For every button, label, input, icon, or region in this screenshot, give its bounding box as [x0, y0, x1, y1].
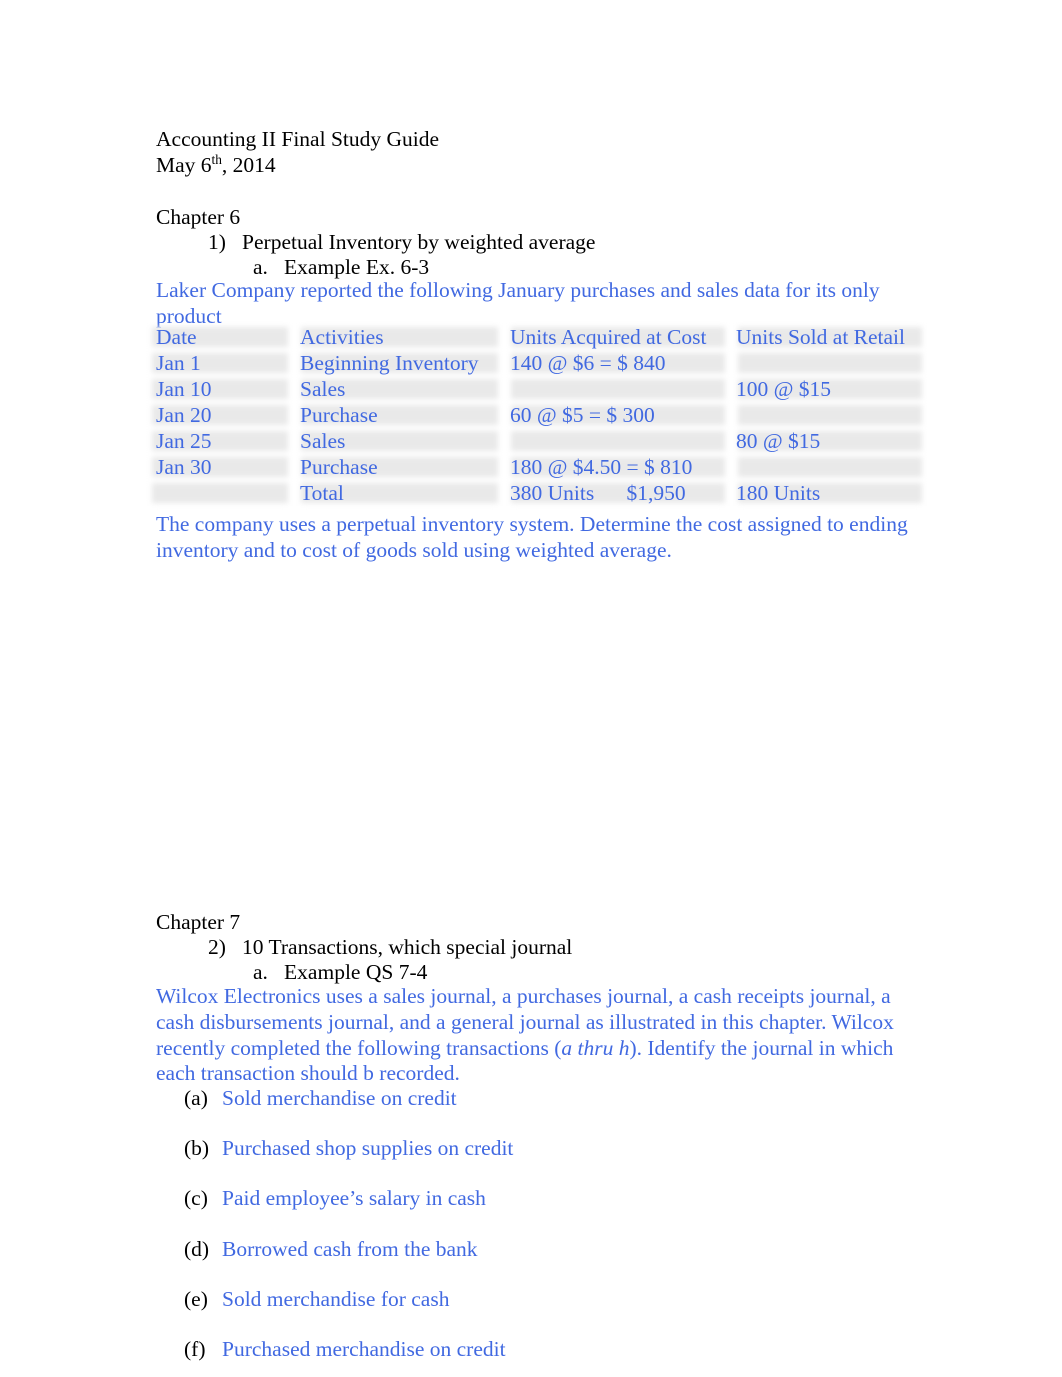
cell-units-sold: 80 @ $15: [736, 429, 821, 453]
chapter-6-heading: Chapter 6: [156, 205, 241, 229]
table-row: Jan 1 Beginning Inventory 140 @ $6 = $ 8…: [140, 351, 935, 377]
chapter-6-list-item-1a: a. Example Ex. 6-3: [253, 255, 430, 279]
table-row: Jan 25 Sales 80 @ $15: [140, 429, 935, 455]
document-page: Accounting II Final Study Guide May 6th,…: [0, 0, 1062, 1377]
list-marker: (a): [184, 1086, 208, 1110]
cell-units-acquired: 140 @ $6 = $ 840: [510, 351, 666, 375]
inventory-table: Date Activities Units Acquired at Cost U…: [140, 325, 935, 508]
chapter-7-list-item-2: 2) 10 Transactions, which special journa…: [208, 935, 573, 959]
table-header-row: Date Activities Units Acquired at Cost U…: [140, 325, 935, 351]
transaction-item-e: (e) Sold merchandise for cash: [184, 1286, 449, 1312]
transaction-text: Paid employee’s salary in cash: [222, 1186, 486, 1210]
column-header-date: Date: [156, 325, 197, 349]
list-marker: (e): [184, 1287, 208, 1311]
transaction-item-a: (a) Sold merchandise on credit: [184, 1085, 457, 1111]
table-row: Jan 20 Purchase 60 @ $5 = $ 300: [140, 403, 935, 429]
chapter-7-heading: Chapter 7: [156, 910, 241, 934]
qs-7-4-intro-italic: a thru h: [561, 1035, 630, 1060]
list-marker: (b): [184, 1136, 210, 1160]
list-marker: (d): [184, 1237, 210, 1261]
column-header-units-sold: Units Sold at Retail: [736, 325, 906, 349]
cell-activities: Total: [300, 481, 344, 505]
transaction-item-c: (c) Paid employee’s salary in cash: [184, 1185, 486, 1211]
table-text-layer: Date Activities Units Acquired at Cost U…: [140, 325, 935, 508]
chapter-7-list-item-2a: a. Example QS 7-4: [253, 960, 428, 984]
transaction-text: Sold merchandise on credit: [222, 1086, 457, 1110]
cell-date: Jan 10: [156, 377, 212, 401]
cell-date: Jan 1: [156, 351, 201, 375]
cell-activities: Purchase: [300, 403, 378, 427]
cell-date: Jan 20: [156, 403, 212, 427]
list-marker: (c): [184, 1186, 208, 1210]
cell-activities: Purchase: [300, 455, 378, 479]
transaction-item-f: (f) Purchased merchandise on credit: [184, 1336, 506, 1362]
date-ordinal-suffix: th: [211, 151, 222, 167]
cell-units-acquired: 180 @ $4.50 = $ 810: [510, 455, 693, 479]
cell-date: Jan 30: [156, 455, 212, 479]
column-header-activities: Activities: [300, 325, 384, 349]
chapter-6-list-item-1: 1) Perpetual Inventory by weighted avera…: [208, 230, 596, 254]
date-prefix: May 6: [156, 153, 212, 177]
transaction-text: Purchased shop supplies on credit: [222, 1136, 514, 1160]
transaction-text: Purchased merchandise on credit: [222, 1337, 506, 1361]
column-header-units-acquired: Units Acquired at Cost: [510, 325, 707, 349]
cell-activities: Sales: [300, 429, 346, 453]
transaction-text: Borrowed cash from the bank: [222, 1237, 478, 1261]
transaction-text: Sold merchandise for cash: [222, 1287, 450, 1311]
exercise-6-3-intro-paragraph: Laker Company reported the following Jan…: [156, 278, 880, 328]
qs-7-4-intro-paragraph: Wilcox Electronics uses a sales journal,…: [156, 984, 896, 1087]
table-row: Jan 30 Purchase 180 @ $4.50 = $ 810: [140, 455, 935, 481]
document-date: May 6th, 2014: [156, 152, 276, 178]
transaction-item-b: (b) Purchased shop supplies on credit: [184, 1135, 513, 1161]
cell-units-sold: 100 @ $15: [736, 377, 832, 401]
table-total-row: Total 380 Units $1,950 180 Units: [140, 481, 935, 507]
cell-units-sold: 180 Units: [736, 481, 821, 505]
cell-activities: Beginning Inventory: [300, 351, 479, 375]
transaction-item-d: (d) Borrowed cash from the bank: [184, 1236, 478, 1262]
list-marker: (f): [184, 1337, 206, 1361]
cell-date: Jan 25: [156, 429, 212, 453]
page-title: Accounting II Final Study Guide: [156, 127, 440, 151]
table-row: Jan 10 Sales 100 @ $15: [140, 377, 935, 403]
date-suffix: , 2014: [221, 153, 276, 177]
cell-activities: Sales: [300, 377, 346, 401]
cell-units-acquired: 60 @ $5 = $ 300: [510, 403, 655, 427]
cell-units-acquired: 380 Units $1,950: [510, 481, 686, 505]
exercise-6-3-question-paragraph: The company uses a perpetual inventory s…: [156, 512, 908, 562]
